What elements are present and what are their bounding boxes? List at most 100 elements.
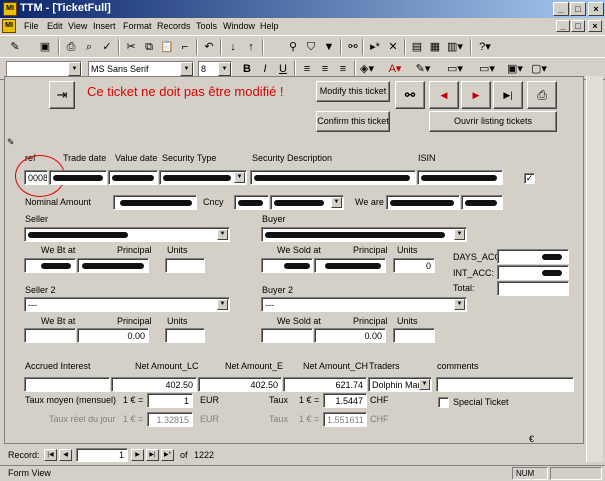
font-size-combo[interactable]: 8 ▼ — [198, 61, 232, 77]
line-color-icon[interactable]: ✎▾ — [414, 61, 432, 77]
align-center-icon[interactable]: ≡ — [316, 61, 334, 77]
total-field[interactable] — [497, 281, 569, 296]
menu-view[interactable]: View — [68, 21, 87, 31]
net-ch-field[interactable]: 621.74 — [283, 377, 367, 392]
apply-filter-icon[interactable]: ▼ — [320, 39, 338, 55]
find-button[interactable]: ⚯ — [395, 81, 425, 109]
int-acc-field[interactable] — [497, 265, 569, 280]
we-bt-at2-field[interactable] — [24, 328, 76, 343]
menu-format[interactable]: Format — [123, 21, 152, 31]
principal-field[interactable] — [77, 258, 149, 273]
current-record-field[interactable]: 1 — [76, 448, 128, 462]
menu-records[interactable]: Records — [157, 21, 191, 31]
special-effect-icon[interactable]: ▣▾ — [506, 61, 524, 77]
properties-icon[interactable]: ▤ — [408, 39, 426, 55]
taux-reel-eur-field[interactable]: 1.32815 — [147, 412, 193, 427]
vertical-scrollbar[interactable] — [586, 76, 603, 462]
prev-record-button[interactable]: ◀ — [429, 81, 459, 109]
filter-selection-icon[interactable]: ⚲ — [284, 39, 302, 55]
confirm-ticket-button[interactable]: Confirm this ticket — [316, 111, 390, 132]
align-right-icon[interactable]: ≡ — [334, 61, 352, 77]
new-record-icon[interactable]: ▸* — [366, 39, 384, 55]
doc-close-button[interactable]: × — [588, 20, 602, 32]
bold-button[interactable]: B — [238, 61, 256, 77]
paste-icon[interactable]: 📋 — [158, 39, 176, 55]
seller-combo[interactable]: ▼ — [24, 227, 230, 242]
new-record-nav-button[interactable]: ▶* — [161, 449, 174, 461]
previous-record-button[interactable]: ◀ — [59, 449, 72, 461]
net-lc-field[interactable]: 402.50 — [111, 377, 197, 392]
next-record-button[interactable]: ▶ — [461, 81, 491, 109]
design-view-icon[interactable]: ✎ — [6, 39, 24, 55]
close-button[interactable]: × — [588, 2, 604, 16]
delete-record-icon[interactable]: ✕ — [384, 39, 402, 55]
isin-field[interactable] — [417, 170, 503, 185]
first-record-button[interactable]: |◀ — [44, 449, 57, 461]
sort-desc-icon[interactable]: ↑ — [242, 39, 260, 55]
currency-combo[interactable]: ▼ — [270, 195, 344, 210]
comments-field[interactable] — [436, 377, 574, 392]
we-sold-at2-field[interactable] — [261, 328, 313, 343]
we-are-field[interactable] — [386, 195, 460, 210]
print-icon[interactable]: ⎙ — [62, 39, 80, 55]
buyer-combo[interactable]: ▼ — [261, 227, 467, 242]
seller2-combo[interactable]: --- ▼ — [24, 297, 230, 312]
we-sold-at-field[interactable] — [261, 258, 313, 273]
currency-field[interactable] — [234, 195, 269, 210]
new-object-icon[interactable]: ▥▾ — [446, 39, 464, 55]
find-icon[interactable]: ⚯ — [344, 39, 362, 55]
italic-button[interactable]: I — [256, 61, 274, 77]
buyer-units-field[interactable]: 0 — [393, 258, 435, 273]
menu-window[interactable]: Window — [223, 21, 255, 31]
menu-edit[interactable]: Edit — [47, 21, 63, 31]
buyer-principal-field[interactable] — [314, 258, 386, 273]
minimize-button[interactable]: _ — [553, 2, 569, 16]
next-record-nav-button[interactable]: ▶ — [131, 449, 144, 461]
format-painter-icon[interactable]: ⌐ — [176, 39, 194, 55]
database-window-icon[interactable]: ▦ — [426, 39, 444, 55]
fill-color-icon[interactable]: ◈▾ — [358, 61, 376, 77]
security-desc-field[interactable] — [250, 170, 416, 185]
print-button[interactable]: ⎙ — [527, 81, 557, 109]
principal2-field[interactable]: 0.00 — [77, 328, 149, 343]
buyer-units2-field[interactable] — [393, 328, 435, 343]
menu-insert[interactable]: Insert — [93, 21, 116, 31]
taux-chf-field[interactable]: 1.5447 — [323, 393, 367, 408]
doc-restore-button[interactable]: □ — [571, 20, 585, 32]
buyer-principal2-field[interactable]: 0.00 — [314, 328, 386, 343]
menu-tools[interactable]: Tools — [196, 21, 217, 31]
traders-combo[interactable]: Dolphin Marti ▼ — [368, 377, 432, 392]
maximize-button[interactable]: □ — [570, 2, 586, 16]
security-type-combo[interactable]: ▼ — [159, 170, 247, 185]
record-selector-icon[interactable]: ✎ — [7, 137, 15, 148]
doc-minimize-button[interactable]: _ — [556, 20, 570, 32]
object-combo[interactable]: ▼ — [6, 61, 82, 77]
undo-icon[interactable]: ↶ — [200, 39, 218, 55]
help-icon[interactable]: ?▾ — [476, 39, 494, 55]
taux-eur-field[interactable]: 1 — [147, 393, 193, 408]
modify-ticket-button[interactable]: Modify this ticket — [316, 81, 390, 102]
last-record-button[interactable]: ▶| — [493, 81, 523, 109]
filter-form-icon[interactable]: ⛉ — [302, 39, 320, 55]
cut-icon[interactable]: ✂ — [122, 39, 140, 55]
open-listing-button[interactable]: Ouvrir listing tickets — [429, 111, 557, 132]
special-ticket-checkbox[interactable] — [438, 397, 449, 408]
units2-field[interactable] — [165, 328, 205, 343]
special-effect2-icon[interactable]: ▢▾ — [530, 61, 548, 77]
underline-button[interactable]: U — [274, 61, 292, 77]
confirmed-checkbox[interactable]: ✓ — [524, 173, 535, 184]
line-width-icon[interactable]: ▭▾ — [446, 61, 464, 77]
taux-reel-chf-field[interactable]: 1.551611 — [323, 412, 367, 427]
menu-file[interactable]: File — [24, 21, 39, 31]
font-color-icon[interactable]: A▾ — [386, 61, 404, 77]
accrued-field[interactable] — [24, 377, 110, 392]
align-left-icon[interactable]: ≡ — [298, 61, 316, 77]
days-acc-field[interactable] — [497, 249, 569, 264]
print-preview-icon[interactable]: ⌕ — [80, 39, 98, 55]
last-record-nav-button[interactable]: ▶| — [146, 449, 159, 461]
exit-form-button[interactable]: ⇥ — [49, 81, 75, 109]
net-e-field[interactable]: 402.50 — [198, 377, 282, 392]
menu-help[interactable]: Help — [260, 21, 279, 31]
save-icon[interactable]: ▣ — [36, 39, 54, 55]
spelling-icon[interactable]: ✓ — [98, 39, 116, 55]
